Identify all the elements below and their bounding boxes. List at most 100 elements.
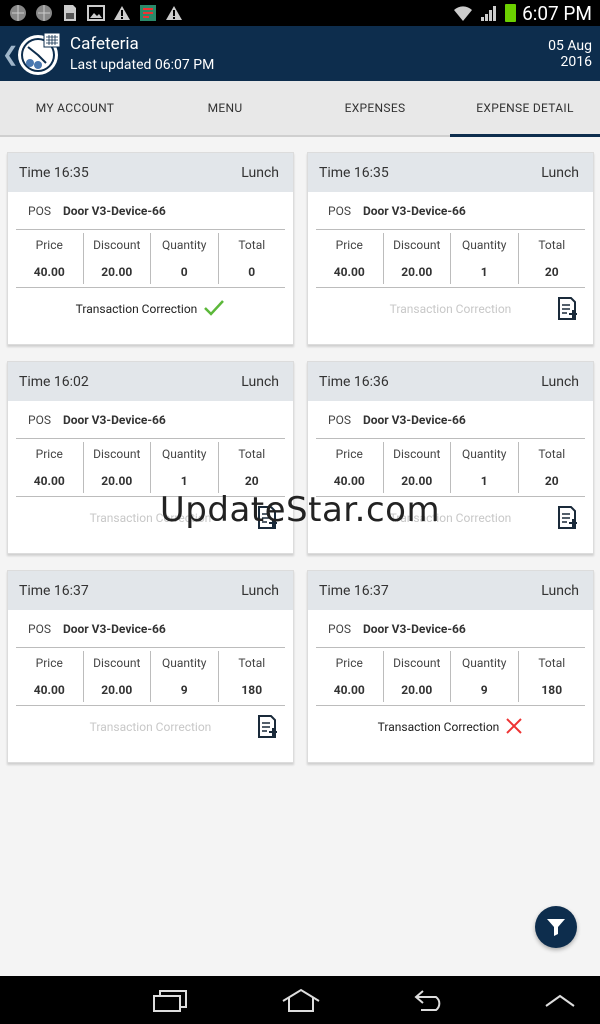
stats-row: Price 40.00 Discount 20.00 Quantity 9 Total… [16,648,285,706]
discount-label: Discount [93,447,141,461]
status-bar: 6:07 PM [0,0,600,26]
discount-label: Discount [93,656,141,670]
card-time: Time 16:35 [319,164,389,181]
discount-value: 20.00 [401,265,433,279]
card-meal: Lunch [541,373,579,390]
total-stat: Total 180 [217,651,286,702]
quantity-stat: Quantity 9 [450,651,518,702]
total-label: Total [238,447,266,461]
page-title: Cafeteria [70,33,139,54]
pos-label: POS [28,621,51,636]
stats-row: Price 40.00 Discount 20.00 Quantity 1 Total… [16,439,285,497]
transaction-card[interactable]: Time 16:37 Lunch POS Door V3-Device-66 P… [7,570,294,763]
wifi-icon [453,4,473,22]
total-stat: Total 20 [217,442,286,493]
discount-stat: Discount 20.00 [82,233,151,284]
signal-icon [479,4,499,22]
filter-icon [547,919,565,936]
home-icon[interactable] [281,988,321,1012]
add-correction-icon[interactable] [557,297,579,321]
total-value: 20 [244,474,259,488]
card-time: Time 16:37 [19,582,89,599]
total-value: 180 [241,683,263,697]
pos-row: POS Door V3-Device-66 [16,610,285,648]
transaction-card[interactable]: Time 16:37 Lunch POS Door V3-Device-66 P… [307,570,594,763]
quantity-stat: Quantity 0 [150,233,218,284]
transaction-correction-row: Transaction Correction [308,288,593,330]
app-notification-icon [138,4,158,22]
image-icon [86,4,106,22]
quantity-label: Quantity [162,238,207,252]
pos-row: POS Door V3-Device-66 [316,401,585,439]
price-stat: Price 40.00 [16,230,83,287]
pos-label: POS [28,203,51,218]
tab-bar: MY ACCOUNT MENU EXPENSES EXPENSE DETAIL [0,81,600,137]
filter-button[interactable] [535,906,577,948]
price-label: Price [335,656,363,670]
stats-row: Price 40.00 Discount 20.00 Quantity 9 Total… [316,648,585,706]
quantity-stat: Quantity 1 [150,442,218,493]
recent-apps-icon[interactable] [152,990,188,1012]
total-stat: Total 180 [517,651,586,702]
card-meal: Lunch [541,164,579,181]
add-correction-icon[interactable] [257,715,279,739]
pos-label: POS [328,203,351,218]
discount-value: 20.00 [401,683,433,697]
quantity-label: Quantity [462,238,507,252]
pos-label: POS [328,621,351,636]
tab-my-account[interactable]: MY ACCOUNT [0,81,150,135]
discount-value: 20.00 [401,474,433,488]
chevron-up-icon[interactable] [544,994,576,1008]
discount-label: Discount [93,238,141,252]
total-label: Total [538,238,566,252]
discount-label: Discount [393,238,441,252]
price-stat: Price 40.00 [16,648,83,705]
discount-value: 20.00 [101,683,133,697]
status-time: 6:07 PM [522,1,592,25]
tab-menu[interactable]: MENU [150,81,300,135]
transaction-card[interactable]: Time 16:35 Lunch POS Door V3-Device-66 P… [7,152,294,345]
app-logo[interactable] [16,31,62,77]
tab-expenses[interactable]: EXPENSES [300,81,450,135]
price-value: 40.00 [333,474,365,488]
pos-row: POS Door V3-Device-66 [16,192,285,230]
header-date-day: 05 Aug [548,37,592,54]
discount-value: 20.00 [101,474,133,488]
back-chevron-icon[interactable]: ❮ [2,42,19,66]
close-x-icon [505,717,523,738]
discount-stat: Discount 20.00 [382,651,451,702]
globe-icon [8,4,28,22]
card-time: Time 16:35 [19,164,89,181]
app-bar: ❮ Cafeteria Last updated 06:07 PM 05 Aug… [0,26,600,81]
discount-stat: Discount 20.00 [82,651,151,702]
transaction-correction-row: Transaction Correction [308,706,593,748]
tab-expense-detail[interactable]: EXPENSE DETAIL [450,81,600,137]
quantity-stat: Quantity 1 [450,442,518,493]
header-date: 05 Aug 2016 [548,38,592,70]
card-header: Time 16:36 Lunch [308,362,593,401]
discount-stat: Discount 20.00 [382,233,451,284]
card-header: Time 16:35 Lunch [8,153,293,192]
total-stat: Total 0 [217,233,286,284]
stats-row: Price 40.00 Discount 20.00 Quantity 1 Total… [316,439,585,497]
pos-label: POS [328,412,351,427]
pos-row: POS Door V3-Device-66 [316,192,585,230]
pos-value: Door V3-Device-66 [362,621,466,636]
battery-icon [505,4,517,22]
quantity-label: Quantity [462,656,507,670]
price-stat: Price 40.00 [316,439,383,496]
pos-row: POS Door V3-Device-66 [316,610,585,648]
total-stat: Total 20 [517,442,586,493]
system-nav-bar [0,976,600,1024]
total-label: Total [538,656,566,670]
back-icon[interactable] [413,989,447,1011]
price-value: 40.00 [33,683,65,697]
pos-value: Door V3-Device-66 [62,203,166,218]
price-value: 40.00 [33,474,65,488]
transaction-card[interactable]: Time 16:35 Lunch POS Door V3-Device-66 P… [307,152,594,345]
discount-value: 20.00 [101,265,133,279]
total-label: Total [238,238,266,252]
card-header: Time 16:02 Lunch [8,362,293,401]
watermark-text: UpdateStar.com [159,490,441,530]
card-header: Time 16:37 Lunch [8,571,293,610]
